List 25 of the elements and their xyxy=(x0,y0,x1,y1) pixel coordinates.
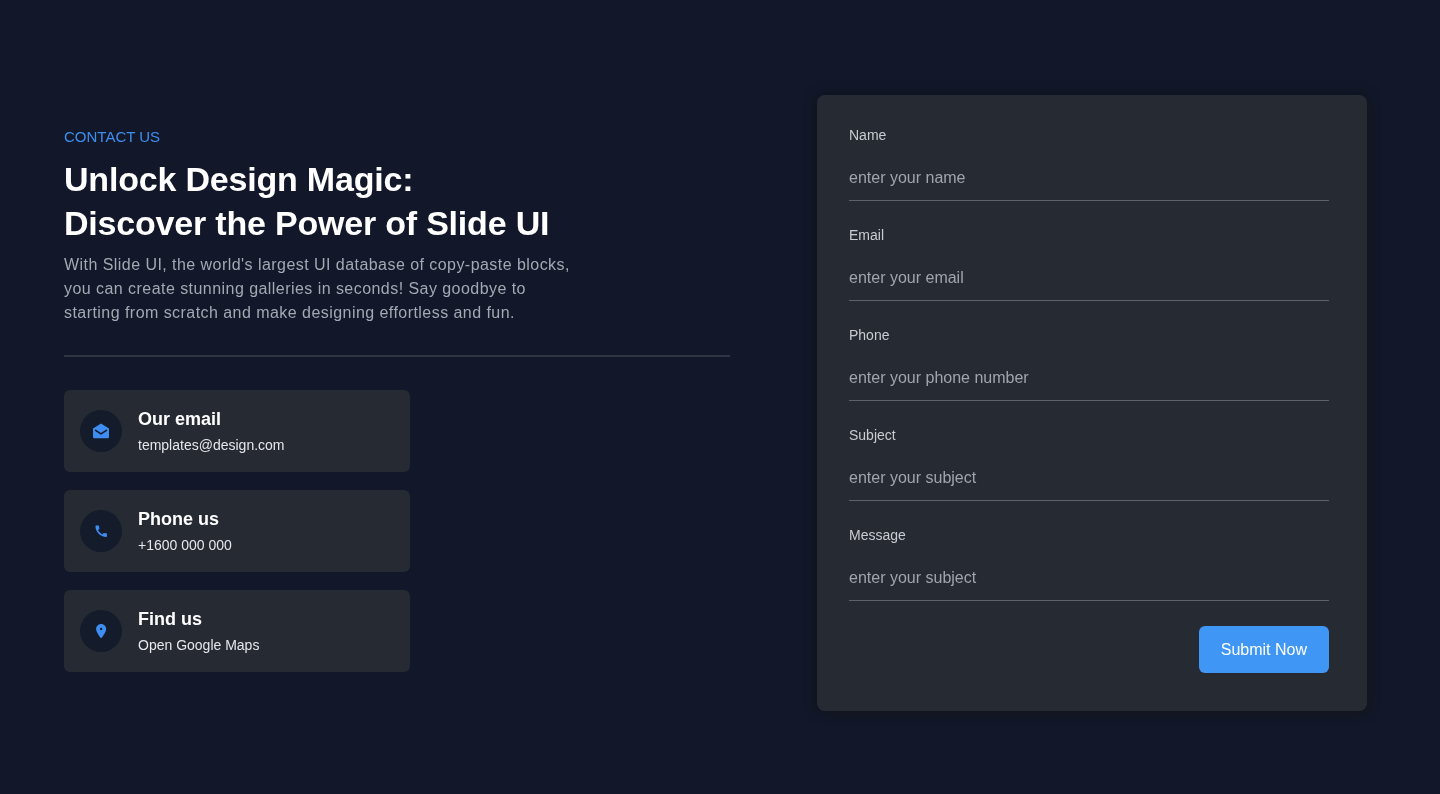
section-eyebrow: CONTACT US xyxy=(64,127,161,147)
input-field[interactable]: enter your email xyxy=(849,256,1329,301)
contact-link[interactable]: Open Google Maps xyxy=(138,635,260,655)
contact-title: Our email xyxy=(138,408,222,431)
input-field[interactable]: enter your subject xyxy=(849,456,1329,501)
contact-card[interactable]: Our email templates@design.com xyxy=(64,390,410,472)
description-text: With Slide UI, the world's largest UI database of copy-paste blocks, you can create stunning galleries in seconds! Say goodbye to starting from scratch and make designing effortless and fun. xyxy=(64,255,571,323)
input-field[interactable]: enter your subject xyxy=(849,556,1329,601)
field-label: Message xyxy=(849,526,906,545)
contact-card[interactable]: Phone us +1600 000 000 xyxy=(64,490,410,572)
field-label: Name xyxy=(849,126,887,145)
envelope-icon xyxy=(80,410,122,452)
contact-link[interactable]: templates@design.com xyxy=(138,435,285,455)
page-heading: Unlock Design Magic: Discover the Power of Slide UI xyxy=(64,159,551,244)
input-field[interactable]: enter your phone number xyxy=(849,356,1329,401)
field-label: Phone xyxy=(849,326,890,345)
map-pin-icon xyxy=(80,610,122,652)
phone-icon xyxy=(80,510,122,552)
field-label: Subject xyxy=(849,426,896,445)
contact-title: Phone us xyxy=(138,508,219,531)
field-label: Email xyxy=(849,226,884,245)
contact-link[interactable]: +1600 000 000 xyxy=(138,535,232,555)
input-field[interactable]: enter your name xyxy=(849,156,1329,201)
contact-title: Find us xyxy=(138,608,202,631)
contact-card[interactable]: Find us Open Google Maps xyxy=(64,590,410,672)
